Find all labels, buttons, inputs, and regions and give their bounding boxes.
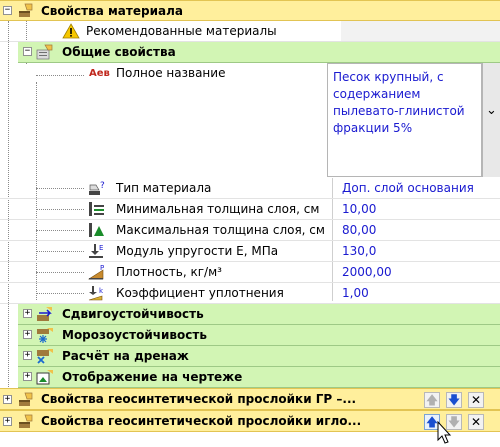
compaction-icon: k [88,286,104,301]
drawing-display-title: Отображение на чертеже [62,370,243,384]
recommended-materials-label: Рекомендованные материалы [86,24,277,38]
expand-toggle[interactable]: + [3,417,12,426]
question-material-icon: ? [89,181,105,195]
expand-toggle[interactable]: + [3,395,12,404]
min-thickness-value[interactable]: 10,00 [342,202,376,216]
min-thickness-row[interactable]: Минимальная толщина слоя, см 10,00 [0,199,500,220]
tree-guide-line [36,188,84,189]
tree-guide-line [36,251,84,252]
geosynthetic-layer-title: Свойства геосинтетической прослойки ГР –… [41,392,357,406]
mouse-cursor-icon [437,421,452,444]
max-thickness-icon [89,223,104,237]
full-name-textbox[interactable]: Песок крупный, с содержанием пылевато-гл… [327,63,482,177]
drainage-section[interactable]: + Расчёт на дренаж [18,346,500,367]
material-properties-icon [19,3,33,17]
material-properties-header[interactable]: − Свойства материала [0,0,500,21]
compaction-value[interactable]: 1,00 [342,286,369,300]
material-type-value[interactable]: Доп. слой основания [342,181,474,195]
expand-toggle[interactable]: + [23,309,32,318]
shear-resistance-section[interactable]: + Сдвигоустойчивость [18,304,500,325]
general-properties-title: Общие свойства [62,45,176,59]
geosynthetic-layer-row[interactable]: + Свойства геосинтетической прослойки ГР… [0,388,500,410]
drawing-display-section[interactable]: + Отображение на чертеже [18,367,500,388]
geosynthetic-layer-icon [19,392,33,406]
elasticity-modulus-row[interactable]: E Модуль упругости Е, МПа 130,0 [0,241,500,262]
full-name-row[interactable]: Аев Полное название Песок крупный, с сод… [0,63,500,178]
geosynthetic-layer-icon [19,414,33,428]
dropdown-button[interactable]: ⌄ [482,63,500,177]
full-name-value-line: фракции 5% [333,121,413,135]
collapse-toggle[interactable]: − [23,47,32,56]
tree-guide-line [36,209,84,210]
drainage-title: Расчёт на дренаж [62,349,189,363]
full-name-value-line: содержанием [333,87,421,101]
general-properties-header[interactable]: − Общие свойства [18,42,500,63]
min-thickness-label: Минимальная толщина слоя, см [116,202,320,216]
frost-resistance-section[interactable]: + Морозоустойчивость [18,325,500,346]
chevron-down-icon: ⌄ [486,103,497,118]
general-properties-icon [36,44,53,60]
tree-guide-line [36,230,84,231]
expand-toggle[interactable]: + [23,330,32,339]
arrow-up-icon: 🡅 [425,393,439,407]
move-down-button[interactable]: 🡇 [446,392,462,408]
property-tree: − Свойства материала Рекомендованные мат… [0,0,500,447]
material-type-label: Тип материала [116,181,212,195]
max-thickness-value[interactable]: 80,00 [342,223,376,237]
full-name-label: Полное название [116,66,226,80]
svg-text:P: P [100,264,104,272]
tree-guide-line [36,75,84,76]
frost-resistance-title: Морозоустойчивость [62,328,207,342]
density-label: Плотность, кг/м³ [116,265,222,279]
max-thickness-label: Максимальная толщина слоя, см [116,223,325,237]
warning-icon [62,23,80,39]
elasticity-modulus-icon: E [89,244,103,258]
density-icon: P [88,264,104,280]
density-value[interactable]: 2000,00 [342,265,392,279]
density-row[interactable]: P Плотность, кг/м³ 2000,00 [0,262,500,283]
close-icon: ✕ [470,415,482,429]
frost-resistance-icon [37,328,53,343]
tree-guide-line [36,272,84,273]
full-name-value-line: пылевато-глинистой [333,104,465,118]
move-up-button[interactable]: 🡅 [424,392,440,408]
compaction-label: Коэффициент уплотнения [116,286,284,300]
collapse-toggle[interactable]: − [3,6,12,15]
drainage-icon [37,349,53,364]
geosynthetic-layer-title: Свойства геосинтетической прослойки игло… [41,414,362,428]
material-type-row[interactable]: ? Тип материала Доп. слой основания [0,178,500,199]
delete-button[interactable]: ✕ [468,392,484,408]
compaction-row[interactable]: k Коэффициент уплотнения 1,00 [0,283,500,304]
expand-toggle[interactable]: + [23,351,32,360]
recommended-materials-value [341,21,500,41]
shear-resistance-icon [37,307,52,321]
elasticity-modulus-value[interactable]: 130,0 [342,244,376,258]
close-icon: ✕ [470,393,482,407]
svg-text:E: E [99,244,103,252]
min-thickness-icon [89,202,104,216]
drawing-display-icon [36,370,53,385]
geosynthetic-layer-row[interactable]: + Свойства геосинтетической прослойки иг… [0,410,500,432]
recommended-materials-row[interactable]: Рекомендованные материалы [0,21,500,42]
elasticity-modulus-label: Модуль упругости Е, МПа [116,244,279,258]
delete-button[interactable]: ✕ [468,414,484,430]
expand-toggle[interactable]: + [23,372,32,381]
svg-text:k: k [99,287,104,295]
max-thickness-row[interactable]: Максимальная толщина слоя, см 80,00 [0,220,500,241]
material-properties-title: Свойства материала [41,4,183,18]
full-name-value-line: Песок крупный, с [333,70,444,84]
svg-text:?: ? [100,181,105,191]
shear-resistance-title: Сдвигоустойчивость [62,307,204,321]
arrow-down-icon: 🡇 [447,393,461,407]
tree-guide-line [36,293,84,294]
text-type-icon: Аев [89,68,110,79]
